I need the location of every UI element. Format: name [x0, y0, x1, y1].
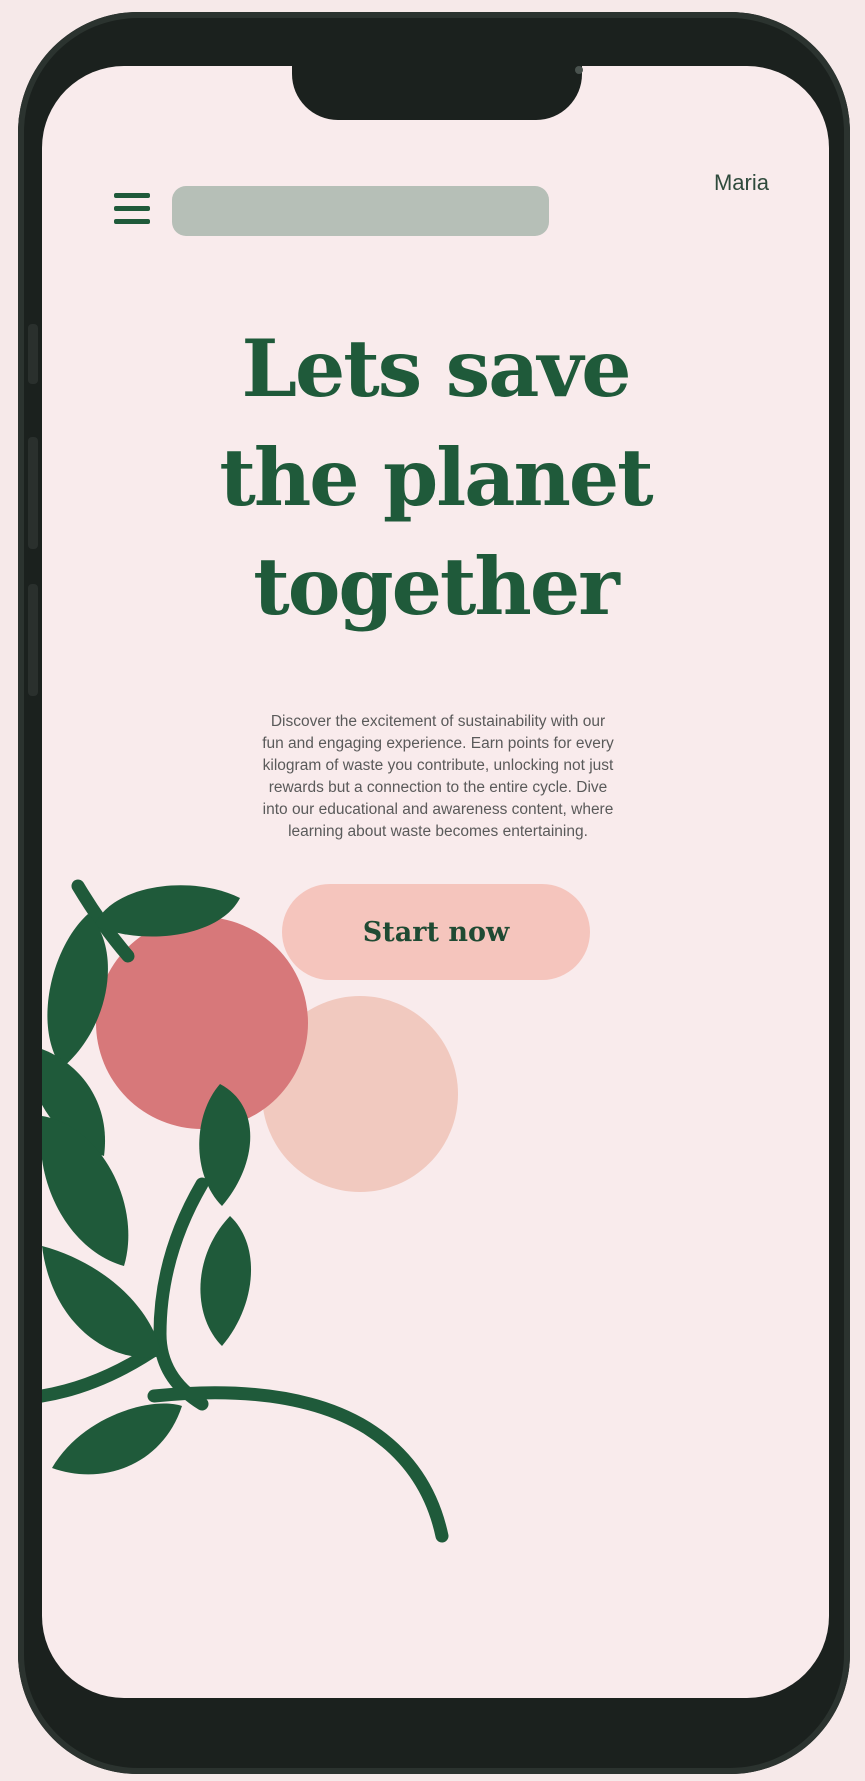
plant-illustration: [42, 879, 458, 1543]
leaf-left-1: [42, 1049, 106, 1156]
plant-stem-bottom: [147, 1386, 449, 1543]
description-line: kilogram of waste you contribute, unlock…: [262, 757, 614, 774]
leaf-right-1: [199, 1084, 251, 1206]
hamburger-menu-icon[interactable]: [114, 193, 150, 225]
peach-circle: [262, 996, 458, 1192]
search-input[interactable]: [172, 186, 549, 236]
leaf-top-left: [47, 914, 108, 1068]
leaf-right-2: [200, 1216, 252, 1346]
description-line: fun and engaging experience. Earn points…: [262, 735, 614, 752]
plant-stem-lower: [42, 1339, 167, 1403]
description-line: rewards but a connection to the entire c…: [268, 779, 608, 796]
leaf-bottom-left: [52, 1403, 182, 1475]
description-line: learning about waste becomes entertainin…: [288, 823, 588, 840]
leaf-top-right: [94, 885, 240, 937]
hero-description: Discover the excitement of sustainabilit…: [162, 711, 714, 843]
front-camera: [575, 66, 583, 74]
start-now-button[interactable]: Start now: [282, 884, 590, 980]
user-name[interactable]: Maria: [714, 170, 769, 196]
plant-stem-top: [71, 879, 135, 963]
description-line: Discover the excitement of sustainabilit…: [270, 713, 606, 730]
volume-down-button: [28, 584, 38, 696]
leaf-left-2: [42, 1116, 129, 1266]
hero-title-line: together: [253, 540, 619, 633]
mute-switch: [28, 324, 38, 384]
volume-up-button: [28, 437, 38, 549]
leaf-left-3: [42, 1246, 162, 1358]
hero-title: Lets save the planet together: [42, 314, 829, 641]
app-screen: Maria Lets save the planet together Disc…: [42, 66, 829, 1698]
hero-title-line: Lets save: [241, 322, 631, 415]
plant-stem-main: [153, 1177, 209, 1411]
hero-title-line: the planet: [219, 431, 653, 524]
camera-notch: [292, 66, 583, 120]
coral-circle: [96, 917, 308, 1129]
description-line: into our educational and awareness conte…: [262, 801, 614, 818]
